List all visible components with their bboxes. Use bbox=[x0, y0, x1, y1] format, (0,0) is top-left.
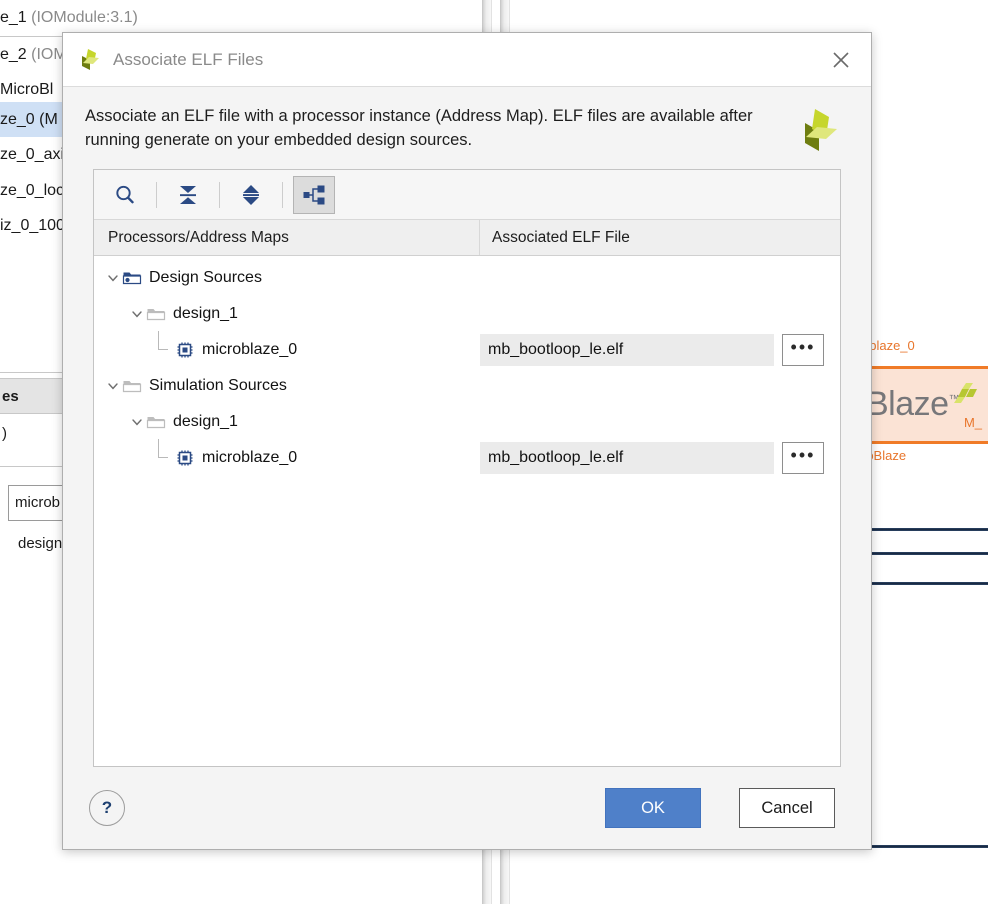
background-input-field[interactable]: microb bbox=[8, 485, 66, 521]
dialog-title: Associate ELF Files bbox=[113, 49, 264, 69]
elf-association-panel: Processors/Address Maps Associated ELF F… bbox=[93, 169, 841, 767]
tree-elbow bbox=[152, 331, 170, 359]
folder-design-icon bbox=[122, 272, 142, 285]
diagram-wire bbox=[866, 528, 988, 531]
ip-block-title: Blaze™ bbox=[866, 385, 960, 424]
toolbar-separator bbox=[156, 181, 157, 208]
ip-block-title-text: Blaze bbox=[866, 385, 949, 423]
elf-file-field[interactable]: mb_bootloop_le.elf bbox=[480, 442, 774, 474]
elf-cell: mb_bootloop_le.elf ••• bbox=[480, 442, 840, 474]
folder-icon bbox=[122, 381, 142, 393]
tree-node-design-sources[interactable]: Design Sources bbox=[94, 269, 480, 287]
elf-cell: mb_bootloop_le.elf ••• bbox=[480, 334, 840, 366]
browse-elf-button[interactable]: ••• bbox=[782, 334, 824, 366]
folder-icon bbox=[146, 417, 166, 429]
table-row[interactable]: design_1 bbox=[94, 404, 840, 440]
background-panel-subvalue: design bbox=[18, 535, 63, 552]
background-properties-panel bbox=[0, 372, 62, 672]
tree-node-label: Design Sources bbox=[149, 269, 262, 286]
ok-button[interactable]: OK bbox=[605, 788, 701, 828]
diagram-wire bbox=[866, 552, 988, 555]
chevron-down-icon[interactable] bbox=[128, 305, 146, 323]
chevron-down-icon[interactable] bbox=[104, 377, 122, 395]
close-icon[interactable] bbox=[821, 40, 861, 80]
cancel-button[interactable]: Cancel bbox=[739, 788, 835, 828]
tree-node-microblaze-0[interactable]: microblaze_0 bbox=[94, 331, 480, 359]
processor-chip-icon bbox=[177, 342, 193, 358]
bg-tree-row-suffix: (IOModule:3.1) bbox=[31, 9, 138, 26]
tree-node-design-1[interactable]: design_1 bbox=[94, 305, 480, 323]
bg-tree-row-text: e_1 bbox=[0, 9, 32, 26]
bg-tree-row-text: iz_0_100 bbox=[0, 217, 65, 234]
search-icon[interactable] bbox=[104, 176, 146, 214]
tree-rows: Design Sources design_1 microblaze_0 mb_… bbox=[94, 256, 840, 766]
tree-column-headers: Processors/Address Maps Associated ELF F… bbox=[94, 220, 840, 256]
background-panel-header: es bbox=[0, 378, 62, 414]
tree-node-label: design_1 bbox=[173, 305, 238, 322]
dialog-title-bar: Associate ELF Files bbox=[63, 33, 871, 87]
column-header-processors: Processors/Address Maps bbox=[94, 220, 480, 255]
ip-block-port-label: M_ bbox=[963, 415, 982, 430]
help-button[interactable]: ? bbox=[89, 790, 125, 826]
bg-tree-row-text: MicroBl bbox=[0, 81, 54, 98]
microblaze-logo-icon bbox=[954, 383, 977, 403]
collapse-all-icon[interactable] bbox=[167, 176, 209, 214]
processor-chip-icon bbox=[177, 450, 193, 466]
bg-tree-row-text: ze_0_axi bbox=[0, 146, 65, 163]
tree-node-label: microblaze_0 bbox=[202, 449, 298, 466]
tree-node-label: design_1 bbox=[173, 413, 238, 430]
tree-node-label: microblaze_0 bbox=[202, 341, 298, 358]
background-panel-row: ) bbox=[2, 425, 7, 442]
xilinx-logo-large-icon bbox=[805, 109, 837, 151]
table-row[interactable]: Design Sources bbox=[94, 260, 840, 296]
tree-elbow bbox=[152, 439, 170, 467]
tree-node-label: Simulation Sources bbox=[149, 377, 287, 394]
table-row[interactable]: microblaze_0 mb_bootloop_le.elf ••• bbox=[94, 439, 840, 476]
toolbar-separator bbox=[219, 181, 220, 208]
chevron-down-icon[interactable] bbox=[128, 413, 146, 431]
diagram-wire bbox=[866, 845, 988, 848]
dialog-footer: ? OK Cancel bbox=[63, 767, 871, 849]
browse-elf-button[interactable]: ••• bbox=[782, 442, 824, 474]
panel-divider bbox=[0, 466, 62, 467]
diagram-wire bbox=[866, 582, 988, 585]
tree-node-design-1[interactable]: design_1 bbox=[94, 413, 480, 431]
hierarchy-icon[interactable] bbox=[293, 175, 335, 214]
table-row[interactable]: Simulation Sources bbox=[94, 368, 840, 404]
bg-tree-row-text: ze_0_loc bbox=[0, 182, 65, 199]
associate-elf-files-dialog: Associate ELF Files Associate an ELF fil… bbox=[62, 32, 872, 850]
elf-file-field[interactable]: mb_bootloop_le.elf bbox=[480, 334, 774, 366]
bg-tree-row-text: ze_0 bbox=[0, 111, 40, 128]
tree-node-simulation-sources[interactable]: Simulation Sources bbox=[94, 377, 480, 395]
folder-icon bbox=[146, 309, 166, 321]
tree-node-microblaze-0[interactable]: microblaze_0 bbox=[94, 439, 480, 467]
column-header-elf: Associated ELF File bbox=[492, 229, 630, 246]
panel-divider bbox=[0, 372, 62, 373]
bg-tree-row-suffix: (M bbox=[39, 111, 58, 128]
chevron-down-icon[interactable] bbox=[104, 269, 122, 287]
xilinx-logo-icon bbox=[82, 48, 99, 70]
dialog-body: Processors/Address Maps Associated ELF F… bbox=[63, 163, 871, 767]
screen: e_1 (IOModule:3.1) e_2 (IOM MicroBl ze_0… bbox=[0, 0, 988, 904]
expand-all-icon[interactable] bbox=[230, 176, 272, 214]
table-row[interactable]: microblaze_0 mb_bootloop_le.elf ••• bbox=[94, 331, 840, 368]
dialog-description-area: Associate an ELF file with a processor i… bbox=[63, 87, 871, 163]
toolbar-separator bbox=[282, 181, 283, 208]
bg-tree-row[interactable]: e_1 (IOModule:3.1) bbox=[0, 0, 488, 35]
table-row[interactable]: design_1 bbox=[94, 296, 840, 332]
tree-toolbar bbox=[94, 170, 840, 220]
bg-tree-row-text: e_2 bbox=[0, 46, 32, 63]
dialog-description: Associate an ELF file with a processor i… bbox=[85, 107, 753, 149]
